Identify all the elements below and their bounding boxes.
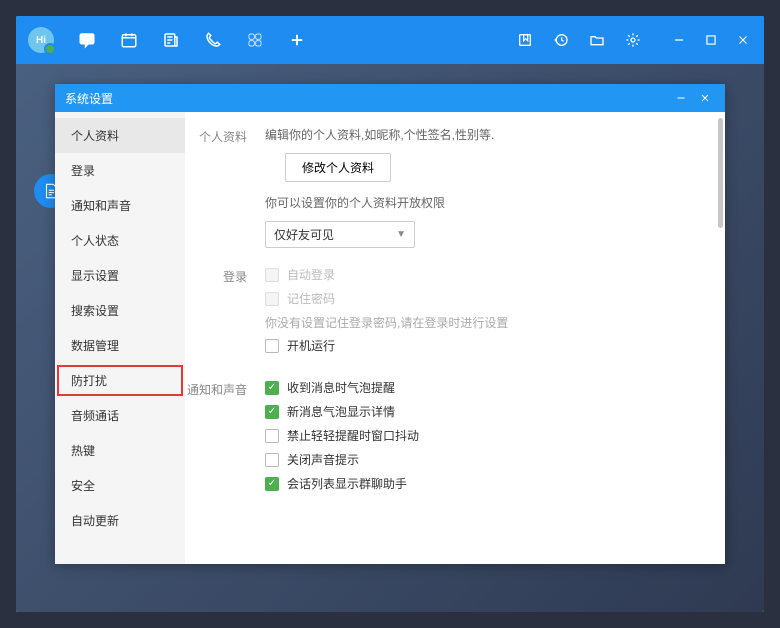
checkbox[interactable] <box>265 405 279 419</box>
toolbar-right <box>516 31 752 49</box>
section-login: 登录 自动登录 记住密码 你没有设置记住登录密码,请在登录时进行设置 开机运行 <box>185 266 725 361</box>
sidebar-item-display[interactable]: 显示设置 <box>55 258 185 293</box>
plus-icon[interactable] <box>288 31 306 49</box>
bookmark-square-icon[interactable] <box>516 31 534 49</box>
auto-login-row: 自动登录 <box>265 266 705 283</box>
checkbox-startup[interactable] <box>265 339 279 353</box>
section-label: 个人资料 <box>185 126 265 248</box>
sidebar-item-audio[interactable]: 音频通话 <box>55 398 185 433</box>
checkbox-label: 禁止轻轻提醒时窗口抖动 <box>287 427 419 444</box>
dialog-close-icon[interactable] <box>695 88 715 108</box>
sidebar-item-data[interactable]: 数据管理 <box>55 328 185 363</box>
window-controls <box>670 31 752 49</box>
notification-option-row[interactable]: 禁止轻轻提醒时窗口抖动 <box>265 427 705 444</box>
privacy-select-value: 仅好友可见 <box>274 226 334 243</box>
sidebar-item-profile[interactable]: 个人资料 <box>55 118 185 153</box>
startup-row[interactable]: 开机运行 <box>265 337 705 354</box>
sidebar-item-dnd[interactable]: 防打扰 <box>55 363 185 398</box>
checkbox-label: 新消息气泡显示详情 <box>287 403 395 420</box>
checkbox[interactable] <box>265 477 279 491</box>
dialog-titlebar: 系统设置 <box>55 84 725 112</box>
settings-sidebar: 个人资料登录通知和声音个人状态显示设置搜索设置数据管理防打扰音频通话热键安全自动… <box>55 112 185 564</box>
maximize-icon[interactable] <box>702 31 720 49</box>
settings-content[interactable]: 个人资料 编辑你的个人资料,如昵称,个性签名,性别等. 修改个人资料 你可以设置… <box>185 112 725 564</box>
dialog-body: 个人资料登录通知和声音个人状态显示设置搜索设置数据管理防打扰音频通话热键安全自动… <box>55 112 725 564</box>
checkbox[interactable] <box>265 453 279 467</box>
sidebar-item-notify[interactable]: 通知和声音 <box>55 188 185 223</box>
notification-option-row[interactable]: 关闭声音提示 <box>265 451 705 468</box>
checkbox-remember-pwd <box>265 292 279 306</box>
sidebar-item-safe[interactable]: 安全 <box>55 468 185 503</box>
privacy-select[interactable]: 仅好友可见 ▼ <box>265 221 415 248</box>
login-note: 你没有设置记住登录密码,请在登录时进行设置 <box>265 314 705 331</box>
sidebar-item-search[interactable]: 搜索设置 <box>55 293 185 328</box>
dialog-title-text: 系统设置 <box>65 90 113 107</box>
profile-desc: 编辑你的个人资料,如昵称,个性签名,性别等. <box>265 126 705 143</box>
user-avatar[interactable]: Hi <box>28 27 54 53</box>
apps-grid-icon[interactable] <box>246 31 264 49</box>
section-profile: 个人资料 编辑你的个人资料,如昵称,个性签名,性别等. 修改个人资料 你可以设置… <box>185 126 725 248</box>
section-notification: 通知和声音 收到消息时气泡提醒新消息气泡显示详情禁止轻轻提醒时窗口抖动关闭声音提… <box>185 379 725 499</box>
calendar-icon[interactable] <box>120 31 138 49</box>
notification-option-row[interactable]: 新消息气泡显示详情 <box>265 403 705 420</box>
svg-text:H!: H! <box>84 37 90 43</box>
remember-pwd-row: 记住密码 <box>265 290 705 307</box>
chat-balloon-icon[interactable]: H! <box>78 31 96 49</box>
minimize-icon[interactable] <box>670 31 688 49</box>
sidebar-item-login[interactable]: 登录 <box>55 153 185 188</box>
sidebar-item-hotkey[interactable]: 热键 <box>55 433 185 468</box>
toolbar-left: Hi H! <box>28 27 306 53</box>
checkbox-label: 关闭声音提示 <box>287 451 359 468</box>
privacy-desc: 你可以设置你的个人资料开放权限 <box>265 194 705 211</box>
startup-label: 开机运行 <box>287 337 335 354</box>
edit-profile-button[interactable]: 修改个人资料 <box>285 153 391 182</box>
main-toolbar: Hi H! <box>16 16 764 64</box>
checkbox-auto-login <box>265 268 279 282</box>
settings-dialog: 系统设置 个人资料登录通知和声音个人状态显示设置搜索设置数据管理防打扰音频通话热… <box>55 84 725 564</box>
gear-icon[interactable] <box>624 31 642 49</box>
section-label: 登录 <box>185 266 265 361</box>
history-icon[interactable] <box>552 31 570 49</box>
dialog-minimize-icon[interactable] <box>671 88 691 108</box>
checkbox[interactable] <box>265 381 279 395</box>
close-icon[interactable] <box>734 31 752 49</box>
folder-icon[interactable] <box>588 31 606 49</box>
auto-login-label: 自动登录 <box>287 266 335 283</box>
remember-pwd-label: 记住密码 <box>287 290 335 307</box>
notification-option-row[interactable]: 收到消息时气泡提醒 <box>265 379 705 396</box>
sidebar-item-status[interactable]: 个人状态 <box>55 223 185 258</box>
sidebar-item-update[interactable]: 自动更新 <box>55 503 185 538</box>
chevron-down-icon: ▼ <box>396 229 406 240</box>
scrollbar-thumb[interactable] <box>718 118 723 228</box>
news-icon[interactable] <box>162 31 180 49</box>
checkbox-label: 会话列表显示群聊助手 <box>287 475 407 492</box>
notification-option-row[interactable]: 会话列表显示群聊助手 <box>265 475 705 492</box>
checkbox-label: 收到消息时气泡提醒 <box>287 379 395 396</box>
section-label: 通知和声音 <box>185 379 265 499</box>
phone-icon[interactable] <box>204 31 222 49</box>
checkbox[interactable] <box>265 429 279 443</box>
